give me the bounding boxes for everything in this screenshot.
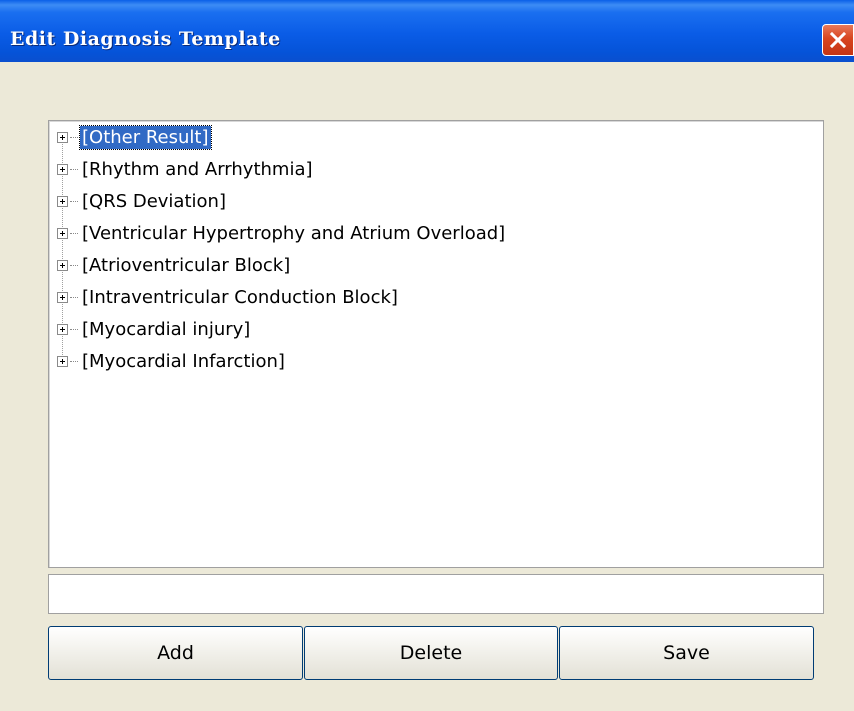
tree-item-myocardial-injury[interactable]: [Myocardial injury] (57, 315, 252, 343)
tree-item-label: [Other Result] (79, 124, 212, 150)
plus-expander-icon[interactable] (57, 131, 68, 143)
plus-expander-icon[interactable] (57, 195, 68, 207)
tree-item-ventricular-hypertrophy[interactable]: [Ventricular Hypertrophy and Atrium Over… (57, 219, 507, 247)
tree-item-label: [Atrioventricular Block] (82, 254, 291, 276)
tree-item-label: [QRS Deviation] (82, 190, 226, 212)
close-button[interactable] (822, 24, 854, 56)
save-button[interactable]: Save (559, 626, 814, 680)
plus-expander-icon[interactable] (57, 291, 68, 303)
tree-item-myocardial-infarction[interactable]: [Myocardial Infarction] (57, 347, 287, 375)
plus-expander-icon[interactable] (57, 259, 68, 271)
tree-item-rhythm[interactable]: [Rhythm and Arrhythmia] (57, 155, 315, 183)
dialog-window: Edit Diagnosis Template [Other Result] [… (0, 0, 854, 711)
tree-item-intraventricular-block[interactable]: [Intraventricular Conduction Block] (57, 283, 400, 311)
tree-item-other-result[interactable]: [Other Result] (57, 123, 212, 151)
tree-item-qrs-deviation[interactable]: [QRS Deviation] (57, 187, 228, 215)
plus-expander-icon[interactable] (57, 163, 68, 175)
close-icon (829, 31, 847, 49)
delete-button[interactable]: Delete (304, 626, 558, 680)
tree-item-label: [Myocardial Infarction] (82, 350, 285, 372)
window-title: Edit Diagnosis Template (10, 28, 281, 50)
diagnosis-text-input[interactable] (48, 574, 824, 614)
plus-expander-icon[interactable] (57, 355, 68, 367)
title-bar[interactable]: Edit Diagnosis Template (0, 0, 854, 62)
plus-expander-icon[interactable] (57, 323, 68, 335)
add-button[interactable]: Add (48, 626, 303, 680)
tree-item-label: [Rhythm and Arrhythmia] (82, 158, 313, 180)
diagnosis-tree[interactable]: [Other Result] [Rhythm and Arrhythmia] [… (48, 120, 824, 568)
tree-item-av-block[interactable]: [Atrioventricular Block] (57, 251, 292, 279)
tree-item-label: [Myocardial injury] (82, 318, 251, 340)
tree-item-label: [Ventricular Hypertrophy and Atrium Over… (82, 222, 506, 244)
plus-expander-icon[interactable] (57, 227, 68, 239)
tree-item-label: [Intraventricular Conduction Block] (82, 286, 398, 308)
